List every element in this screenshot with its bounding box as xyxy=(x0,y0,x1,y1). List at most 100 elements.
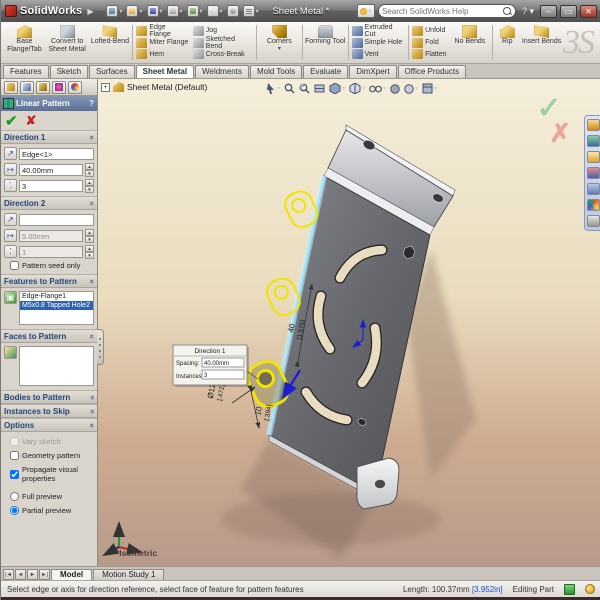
search-icon[interactable] xyxy=(502,6,512,16)
open-button[interactable]: ▾ xyxy=(126,5,143,17)
spacing2-spinner[interactable]: ▲ ▼ xyxy=(85,229,94,243)
direction1-reference-icon[interactable]: ↗ xyxy=(4,147,17,160)
model-tab[interactable]: Model xyxy=(51,569,93,580)
faces-to-pattern-list[interactable] xyxy=(19,346,94,386)
unfold-button[interactable]: Unfold xyxy=(412,25,446,37)
options-button[interactable]: ▾ xyxy=(242,5,259,17)
help-button[interactable]: ? ▾ xyxy=(519,6,537,17)
list-item[interactable]: Edge-Flange1 xyxy=(20,292,93,301)
geometry-pattern-checkbox[interactable]: Geometry pattern xyxy=(4,451,94,460)
sketched-bend-button[interactable]: Sketched Bend xyxy=(192,36,253,50)
displaymanager-tab[interactable] xyxy=(68,80,82,94)
menu-expand-arrow-icon[interactable]: ▶ xyxy=(87,7,93,16)
faces-to-pattern-header[interactable]: Faces to Pattern « xyxy=(1,330,97,343)
tab-weldments[interactable]: Weldments xyxy=(195,65,249,78)
ok-button[interactable]: ✔ xyxy=(5,112,18,130)
minimize-button[interactable]: – xyxy=(540,4,557,18)
instances2-field[interactable]: 1 xyxy=(19,245,83,258)
direction1-edge-field[interactable]: Edge<1> xyxy=(19,147,94,160)
flatten-button[interactable]: Flatten xyxy=(412,48,447,60)
configurationmanager-tab[interactable] xyxy=(36,80,50,94)
view-settings-button[interactable]: ▾ xyxy=(422,83,437,94)
base-flange-button[interactable]: Base Flange/Tab xyxy=(3,23,46,62)
tab-sheet-metal[interactable]: Sheet Metal xyxy=(135,65,195,78)
simple-hole-button[interactable]: Simple Hole xyxy=(351,37,406,49)
edge-flange-button[interactable]: Edge Flange xyxy=(136,24,188,38)
insert-bends-button[interactable]: Insert Bends xyxy=(520,23,563,62)
tab-features[interactable]: Features xyxy=(3,65,49,78)
section-view-button[interactable] xyxy=(314,83,325,94)
tab-office-products[interactable]: Office Products xyxy=(397,65,467,78)
direction1-header[interactable]: Direction 1 « xyxy=(1,131,97,144)
tab-surfaces[interactable]: Surfaces xyxy=(89,65,135,78)
design-library-icon[interactable] xyxy=(586,135,600,147)
custom-properties-status-icon[interactable] xyxy=(564,583,575,595)
fold-button[interactable]: Fold xyxy=(412,37,446,49)
save-button[interactable]: ▾ xyxy=(146,5,163,17)
spacing-field[interactable]: 40.00mm xyxy=(19,163,83,176)
first-tab-button[interactable]: |◄ xyxy=(3,569,14,580)
select-button[interactable]: ▾ xyxy=(206,5,223,17)
instances-spinner[interactable]: ▲ ▼ xyxy=(85,179,94,193)
display-style-button[interactable]: ▾ xyxy=(349,83,365,94)
restore-button[interactable]: ▭ xyxy=(560,4,577,18)
propertymanager-tab[interactable] xyxy=(20,80,34,94)
prev-tab-button[interactable]: ◄ xyxy=(15,569,26,580)
propagate-visual-properties-checkbox[interactable]: Propagate visual properties xyxy=(4,465,94,483)
instances-to-skip-header[interactable]: Instances to Skip « xyxy=(1,405,97,418)
search-input[interactable] xyxy=(381,6,503,16)
motion-study-tab[interactable]: Motion Study 1 xyxy=(93,569,165,580)
last-tab-button[interactable]: ►| xyxy=(39,569,50,580)
direction1-callout[interactable]: Direction 1 Spacing: 40.00mm Instances: … xyxy=(172,344,259,387)
panel-splitter-handle[interactable] xyxy=(97,329,104,365)
whats-new-button[interactable]: ▾ xyxy=(356,4,375,18)
file-explorer-icon[interactable] xyxy=(586,151,600,163)
attachments-button[interactable] xyxy=(226,5,239,17)
quick-tips-icon[interactable] xyxy=(585,584,595,594)
direction2-edge-field[interactable] xyxy=(19,213,94,226)
model-canvas[interactable]: 40 [1.575] Ø12 [.472] 10 [.394] Directio… xyxy=(98,79,600,566)
apply-scene-button[interactable]: ▾ xyxy=(404,83,418,94)
search-pane-icon[interactable] xyxy=(586,167,600,179)
instances2-spinner[interactable]: ▲ ▼ xyxy=(85,245,94,259)
features-to-pattern-list[interactable]: Edge-Flange1 M5x0.8 Tapped Hole2 xyxy=(19,291,94,325)
pattern-seed-only-checkbox[interactable]: Pattern seed only xyxy=(4,261,94,270)
tab-hole[interactable] xyxy=(373,478,386,489)
vent-button[interactable]: Vent xyxy=(351,49,406,61)
spacing2-field[interactable]: 5.00mm xyxy=(19,229,83,242)
tab-mold-tools[interactable]: Mold Tools xyxy=(249,65,303,78)
direction2-header[interactable]: Direction 2 « xyxy=(1,197,97,210)
vary-sketch-checkbox[interactable]: Vary sketch xyxy=(4,437,94,446)
app-menu[interactable]: SolidWorks ▶ xyxy=(5,5,95,17)
zoom-area-button[interactable] xyxy=(299,83,310,94)
full-preview-radio[interactable]: Full preview xyxy=(4,492,94,501)
tab-sketch[interactable]: Sketch xyxy=(49,65,89,78)
corners-button[interactable]: Corners ▾ xyxy=(258,23,301,62)
instances-field[interactable]: 3 xyxy=(19,179,83,192)
features-to-pattern-header[interactable]: Features to Pattern « xyxy=(1,275,97,288)
convert-to-sheet-metal-button[interactable]: Convert to Sheet Metal xyxy=(46,23,89,62)
partial-preview-radio[interactable]: Partial preview xyxy=(4,506,94,515)
expander-icon[interactable]: + xyxy=(101,82,110,92)
view-palette-icon[interactable] xyxy=(586,183,600,195)
select-tool-button[interactable]: ▾ xyxy=(266,83,280,94)
appearances-icon[interactable] xyxy=(586,199,600,211)
options-header[interactable]: Options « xyxy=(1,419,97,432)
zoom-fit-button[interactable] xyxy=(284,83,295,94)
view-orientation-button[interactable]: ▾ xyxy=(329,83,345,94)
callout-instances-input[interactable] xyxy=(201,369,245,380)
cancel-button[interactable]: ✘ xyxy=(26,113,37,129)
forming-tool-button[interactable]: Forming Tool xyxy=(304,23,347,62)
no-bends-button[interactable]: No Bends xyxy=(449,23,492,62)
bodies-to-pattern-header[interactable]: Bodies to Pattern « xyxy=(1,391,97,404)
feature-tree-overlay[interactable]: + Sheet Metal (Default) xyxy=(101,82,207,92)
list-item-selected[interactable]: M5x0.8 Tapped Hole2 xyxy=(20,301,93,310)
tab-dimxpert[interactable]: DimXpert xyxy=(349,65,397,78)
hide-show-items-button[interactable]: ▾ xyxy=(369,84,386,94)
cross-break-button[interactable]: Cross-Break xyxy=(192,49,253,61)
featuremanager-tab[interactable] xyxy=(4,80,18,94)
new-document-button[interactable]: ▾ xyxy=(106,5,122,17)
miter-flange-button[interactable]: Miter Flange xyxy=(136,37,188,49)
close-button[interactable]: ✕ xyxy=(580,4,597,18)
dimxpertmanager-tab[interactable] xyxy=(52,80,66,94)
